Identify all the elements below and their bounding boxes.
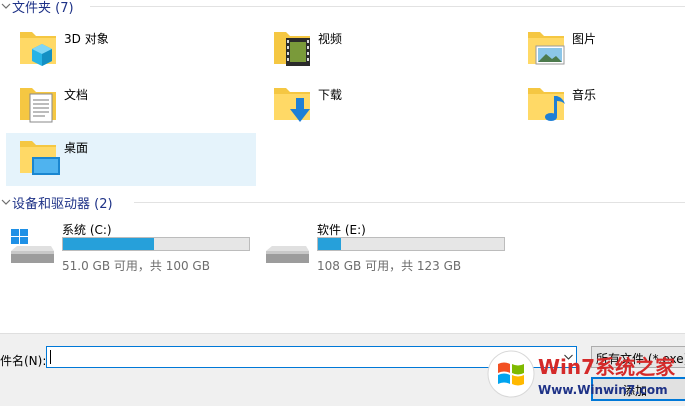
drive-item-e[interactable]: 软件 (E:) 108 GB 可用，共 123 GB bbox=[261, 221, 511, 273]
drives-group-header[interactable]: 设备和驱动器 (2) bbox=[0, 193, 113, 212]
folder-item-music[interactable]: 音乐 bbox=[514, 80, 685, 132]
folder-label: 桌面 bbox=[64, 141, 89, 155]
folder-item-pictures[interactable]: 图片 bbox=[514, 24, 685, 76]
chevron-down-icon bbox=[0, 2, 12, 10]
file-name-panel: 件名(N): 所有文件 (*.exe) 添加 bbox=[0, 333, 685, 406]
windows-drive-icon bbox=[6, 229, 56, 265]
3d-objects-folder-icon bbox=[18, 26, 60, 68]
filename-input[interactable] bbox=[46, 346, 577, 368]
videos-folder-icon bbox=[272, 26, 314, 68]
folder-item-desktop[interactable]: 桌面 bbox=[6, 133, 256, 186]
add-button[interactable]: 添加 bbox=[591, 377, 685, 401]
hard-drive-icon bbox=[261, 229, 311, 265]
folder-label: 3D 对象 bbox=[64, 32, 109, 46]
documents-folder-icon bbox=[18, 82, 60, 124]
text-caret bbox=[50, 350, 51, 364]
drive-space-text: 51.0 GB 可用，共 100 GB bbox=[62, 259, 210, 273]
folder-label: 图片 bbox=[572, 32, 597, 46]
folder-item-videos[interactable]: 视频 bbox=[260, 24, 510, 76]
downloads-folder-icon bbox=[272, 82, 314, 124]
music-folder-icon bbox=[526, 82, 568, 124]
folder-label: 下载 bbox=[318, 88, 343, 102]
drive-usage-bar bbox=[62, 237, 250, 251]
folders-group-title: 文件夹 (7) bbox=[12, 0, 74, 16]
folder-label: 文档 bbox=[64, 88, 89, 102]
add-button-label: 添加 bbox=[623, 384, 648, 398]
folder-label: 视频 bbox=[318, 32, 343, 46]
drive-name: 软件 (E:) bbox=[317, 223, 366, 237]
file-type-value: 所有文件 (*.exe) bbox=[596, 352, 685, 366]
drive-name: 系统 (C:) bbox=[62, 223, 112, 237]
chevron-down-icon[interactable] bbox=[560, 347, 576, 367]
filename-label: 件名(N): bbox=[0, 354, 47, 368]
folders-group-header[interactable]: 文件夹 (7) bbox=[0, 0, 74, 16]
drive-usage-bar bbox=[317, 237, 505, 251]
drives-group-divider bbox=[134, 202, 685, 203]
drives-group-title: 设备和驱动器 (2) bbox=[12, 196, 113, 212]
drive-space-text: 108 GB 可用，共 123 GB bbox=[317, 259, 462, 273]
pictures-folder-icon bbox=[526, 26, 568, 68]
folder-item-3d-objects[interactable]: 3D 对象 bbox=[6, 24, 256, 76]
file-type-select[interactable]: 所有文件 (*.exe) bbox=[591, 346, 685, 368]
folders-group-divider bbox=[90, 6, 685, 7]
chevron-down-icon bbox=[0, 198, 12, 206]
folder-item-documents[interactable]: 文档 bbox=[6, 80, 256, 132]
folder-item-downloads[interactable]: 下载 bbox=[260, 80, 510, 132]
desktop-folder-icon bbox=[18, 135, 60, 177]
drive-usage-fill bbox=[318, 238, 341, 250]
drive-usage-fill bbox=[63, 238, 155, 250]
folder-label: 音乐 bbox=[572, 88, 597, 102]
drive-item-c[interactable]: 系统 (C:) 51.0 GB 可用，共 100 GB bbox=[6, 221, 256, 273]
